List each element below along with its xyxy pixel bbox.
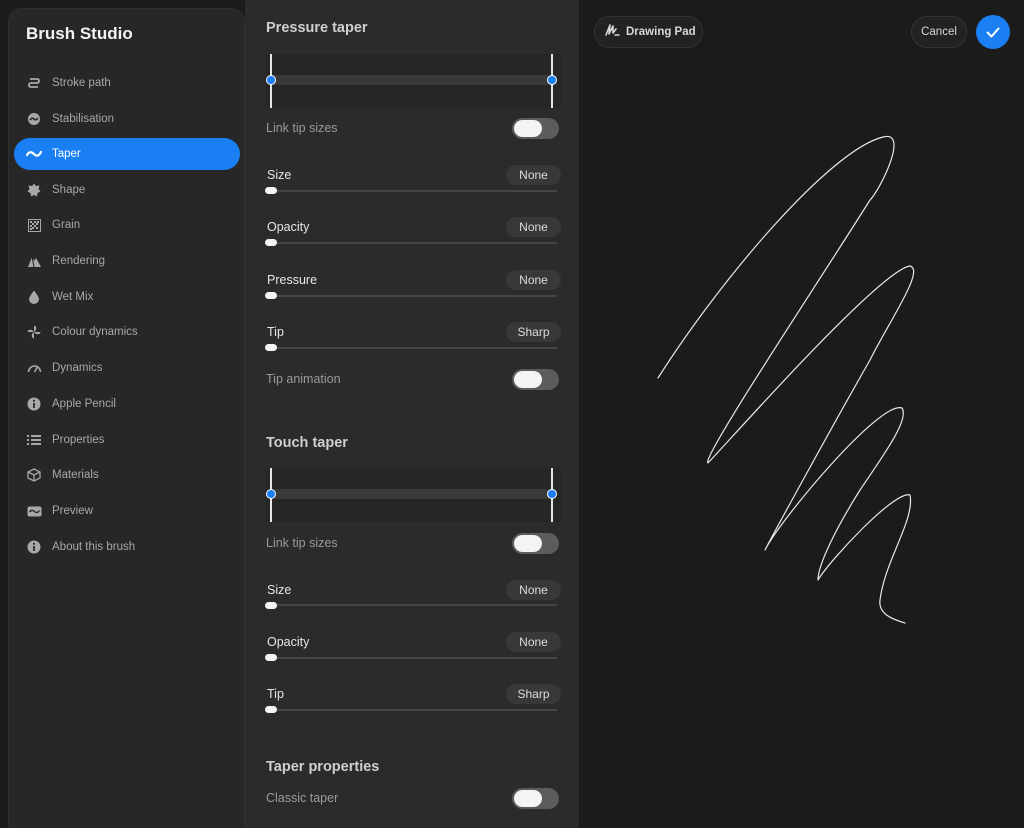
sidebar: Brush Studio Stroke path Stabilisation T… (8, 8, 245, 828)
sidebar-item-label: Wet Mix (52, 291, 94, 303)
apple-pencil-icon (26, 396, 42, 412)
sidebar-item-grain[interactable]: Grain (14, 209, 240, 241)
sidebar-item-stabilisation[interactable]: Stabilisation (14, 103, 240, 135)
taper-range-bar (271, 75, 556, 85)
sidebar-item-label: Stabilisation (52, 113, 115, 125)
sidebar-item-label: Taper (52, 148, 81, 160)
toggle-knob (514, 371, 542, 388)
tip-animation-toggle[interactable] (512, 369, 559, 390)
sidebar-item-colour-dynamics[interactable]: Colour dynamics (14, 316, 240, 348)
rendering-icon (26, 253, 42, 269)
scribble-stroke (657, 136, 915, 624)
taper-start-dot[interactable] (266, 75, 276, 85)
touch-taper-range[interactable] (266, 468, 561, 522)
sidebar-item-label: Stroke path (52, 77, 111, 89)
stroke-path-icon (26, 75, 42, 91)
sidebar-item-apple-pencil[interactable]: Apple Pencil (14, 388, 240, 420)
wet-mix-icon (26, 289, 42, 305)
sidebar-item-label: Colour dynamics (52, 326, 138, 338)
toggle-knob (514, 535, 542, 552)
pressure-taper-range[interactable] (266, 54, 561, 108)
size-slider-thumb[interactable] (265, 602, 277, 609)
tip-animation-label: Tip animation (266, 372, 341, 386)
sidebar-item-shape[interactable]: Shape (14, 174, 240, 206)
opacity-value: None (506, 217, 561, 237)
taper-end-dot[interactable] (547, 75, 557, 85)
stabilisation-icon (26, 111, 42, 127)
size-value: None (506, 580, 561, 600)
classic-taper-label: Classic taper (266, 791, 339, 805)
taper-start-dot[interactable] (266, 489, 276, 499)
size-label: Size (267, 168, 292, 182)
sidebar-item-properties[interactable]: Properties (14, 424, 240, 456)
pressure-label: Pressure (267, 273, 318, 287)
tip-value: Sharp (506, 684, 561, 704)
size-slider[interactable] (266, 190, 557, 192)
toggle-knob (514, 120, 542, 137)
sidebar-item-label: Apple Pencil (52, 398, 116, 410)
tip-value: Sharp (506, 322, 561, 342)
sidebar-item-taper[interactable]: Taper (14, 138, 240, 170)
size-label: Size (267, 583, 292, 597)
opacity-value: None (506, 632, 561, 652)
dynamics-icon (26, 360, 42, 376)
sidebar-item-preview[interactable]: Preview (14, 495, 240, 527)
link-tip-sizes-toggle[interactable] (512, 533, 559, 554)
sidebar-item-label: Rendering (52, 255, 106, 267)
opacity-slider-thumb[interactable] (265, 654, 277, 661)
info-icon (26, 539, 42, 555)
sidebar-item-label: Shape (52, 184, 86, 196)
preview-icon (26, 503, 42, 519)
taper-icon (26, 146, 42, 162)
size-slider-thumb[interactable] (265, 187, 277, 194)
sidebar-item-materials[interactable]: Materials (14, 459, 240, 491)
sidebar-item-dynamics[interactable]: Dynamics (14, 352, 240, 384)
pressure-taper-title: Pressure taper (266, 20, 368, 36)
opacity-slider[interactable] (266, 657, 557, 659)
tip-label: Tip (267, 687, 284, 701)
classic-taper-toggle[interactable] (512, 788, 559, 809)
materials-icon (26, 467, 42, 483)
taper-end-dot[interactable] (547, 489, 557, 499)
opacity-slider-thumb[interactable] (265, 239, 277, 246)
opacity-slider[interactable] (266, 242, 557, 244)
pressure-slider-thumb[interactable] (265, 292, 277, 299)
tip-slider-thumb[interactable] (265, 344, 277, 351)
taper-range-bar (271, 489, 556, 499)
sidebar-item-label: Preview (52, 505, 93, 517)
toggle-knob (514, 790, 542, 807)
sidebar-item-label: About this brush (52, 541, 136, 553)
tip-slider-thumb[interactable] (265, 706, 277, 713)
tip-label: Tip (267, 325, 284, 339)
taper-properties-title: Taper properties (266, 759, 380, 775)
taper-settings-panel: Pressure taper Link tip sizes Size None … (245, 0, 579, 828)
sidebar-item-label: Dynamics (52, 362, 103, 374)
tip-slider[interactable] (266, 709, 557, 711)
touch-taper-title: Touch taper (266, 435, 348, 451)
sidebar-item-wet-mix[interactable]: Wet Mix (14, 281, 240, 313)
sidebar-item-stroke-path[interactable]: Stroke path (14, 67, 240, 99)
size-value: None (506, 165, 561, 185)
sidebar-item-label: Materials (52, 469, 99, 481)
shape-icon (26, 182, 42, 198)
size-slider[interactable] (266, 604, 557, 606)
sidebar-item-rendering[interactable]: Rendering (14, 245, 240, 277)
sidebar-item-label: Properties (52, 434, 105, 446)
opacity-label: Opacity (267, 635, 310, 649)
sidebar-item-label: Grain (52, 219, 81, 231)
link-tip-sizes-label: Link tip sizes (266, 121, 338, 135)
opacity-label: Opacity (267, 220, 310, 234)
properties-icon (26, 432, 42, 448)
tip-slider[interactable] (266, 347, 557, 349)
pressure-value: None (506, 270, 561, 290)
colour-dynamics-icon (26, 324, 42, 340)
sidebar-item-about-this-brush[interactable]: About this brush (14, 531, 240, 563)
grain-icon (26, 217, 42, 233)
link-tip-sizes-toggle[interactable] (512, 118, 559, 139)
drawing-canvas[interactable] (580, 0, 1024, 828)
pressure-slider[interactable] (266, 295, 557, 297)
link-tip-sizes-label: Link tip sizes (266, 536, 338, 550)
sidebar-title: Brush Studio (26, 24, 133, 43)
